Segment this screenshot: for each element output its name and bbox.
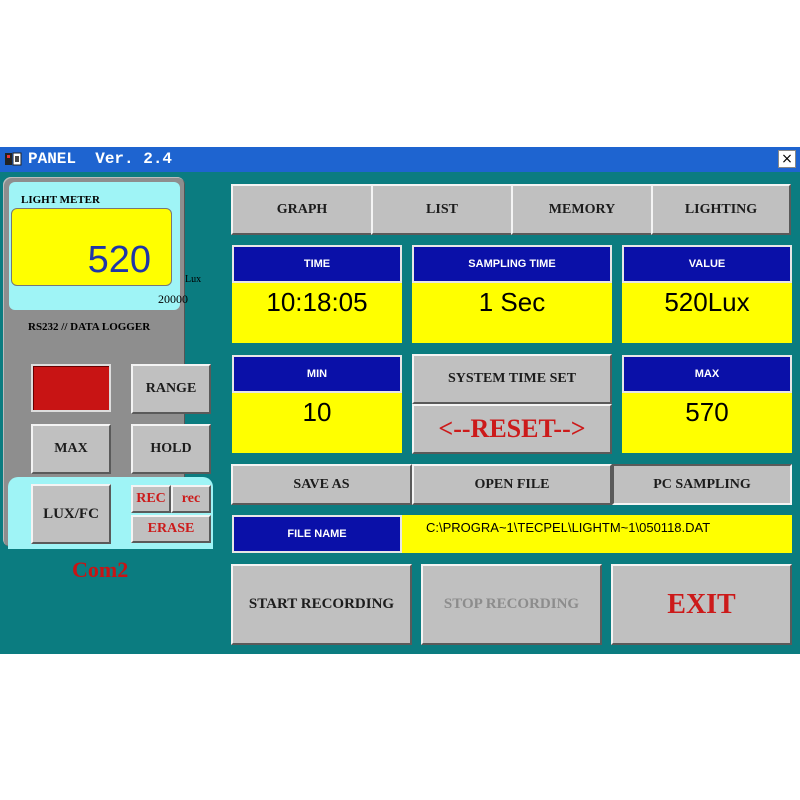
range-button[interactable]: RANGE [131, 364, 211, 414]
file-name-header: FILE NAME [232, 515, 402, 553]
lcd-value: 520 [87, 239, 151, 281]
sampling-time-value: 1 Sec [412, 283, 612, 343]
lcd-unit: Lux [185, 274, 202, 285]
erase-button[interactable]: ERASE [131, 515, 211, 543]
lcd-range: 20000 [158, 292, 188, 306]
hold-button[interactable]: HOLD [131, 424, 211, 474]
time-value: 10:18:05 [232, 283, 402, 343]
rec-lowercase-button[interactable]: rec [171, 485, 211, 513]
exit-button[interactable]: EXIT [611, 564, 792, 645]
system-time-set-button[interactable]: SYSTEM TIME SET [412, 354, 612, 404]
pc-sampling-button[interactable]: PC SAMPLING [612, 464, 792, 505]
reset-button[interactable]: <--RESET--> [412, 404, 612, 454]
status-led [31, 364, 111, 412]
start-recording-button[interactable]: START RECORDING [231, 564, 412, 645]
max-value: 570 [622, 393, 792, 453]
title-bar[interactable]: PANEL Ver. 2.4 × [0, 147, 800, 172]
value-header: VALUE [622, 245, 792, 283]
rec-button[interactable]: REC [131, 485, 171, 513]
tab-graph[interactable]: GRAPH [231, 184, 373, 235]
tab-list[interactable]: LIST [371, 184, 513, 235]
tab-lighting[interactable]: LIGHTING [651, 184, 791, 235]
close-icon[interactable]: × [778, 150, 796, 168]
interface-label: RS232 // DATA LOGGER [28, 321, 151, 333]
max-header: MAX [622, 355, 792, 393]
tab-memory[interactable]: MEMORY [511, 184, 653, 235]
file-name-field[interactable]: C:\PROGRA~1\TECPEL\LIGHTM~1\050118.DAT [402, 515, 792, 553]
min-header: MIN [232, 355, 402, 393]
lux-fc-button[interactable]: LUX/FC [31, 484, 111, 544]
stop-recording-button[interactable]: STOP RECORDING [421, 564, 602, 645]
open-file-button[interactable]: OPEN FILE [412, 464, 612, 505]
com-port-label: Com2 [72, 557, 129, 582]
lcd-display: 520 [11, 208, 172, 286]
lcd-label: LIGHT METER [21, 194, 100, 206]
window-title: PANEL Ver. 2.4 [28, 150, 173, 168]
max-hold-button[interactable]: MAX [31, 424, 111, 474]
current-value: 520Lux [622, 283, 792, 343]
app-window: PANEL Ver. 2.4 × LIGHT METER 520 Lux 200… [0, 147, 800, 654]
time-header: TIME [232, 245, 402, 283]
min-value: 10 [232, 393, 402, 453]
app-icon [5, 152, 22, 166]
sampling-time-header: SAMPLING TIME [412, 245, 612, 283]
save-as-button[interactable]: SAVE AS [231, 464, 412, 505]
